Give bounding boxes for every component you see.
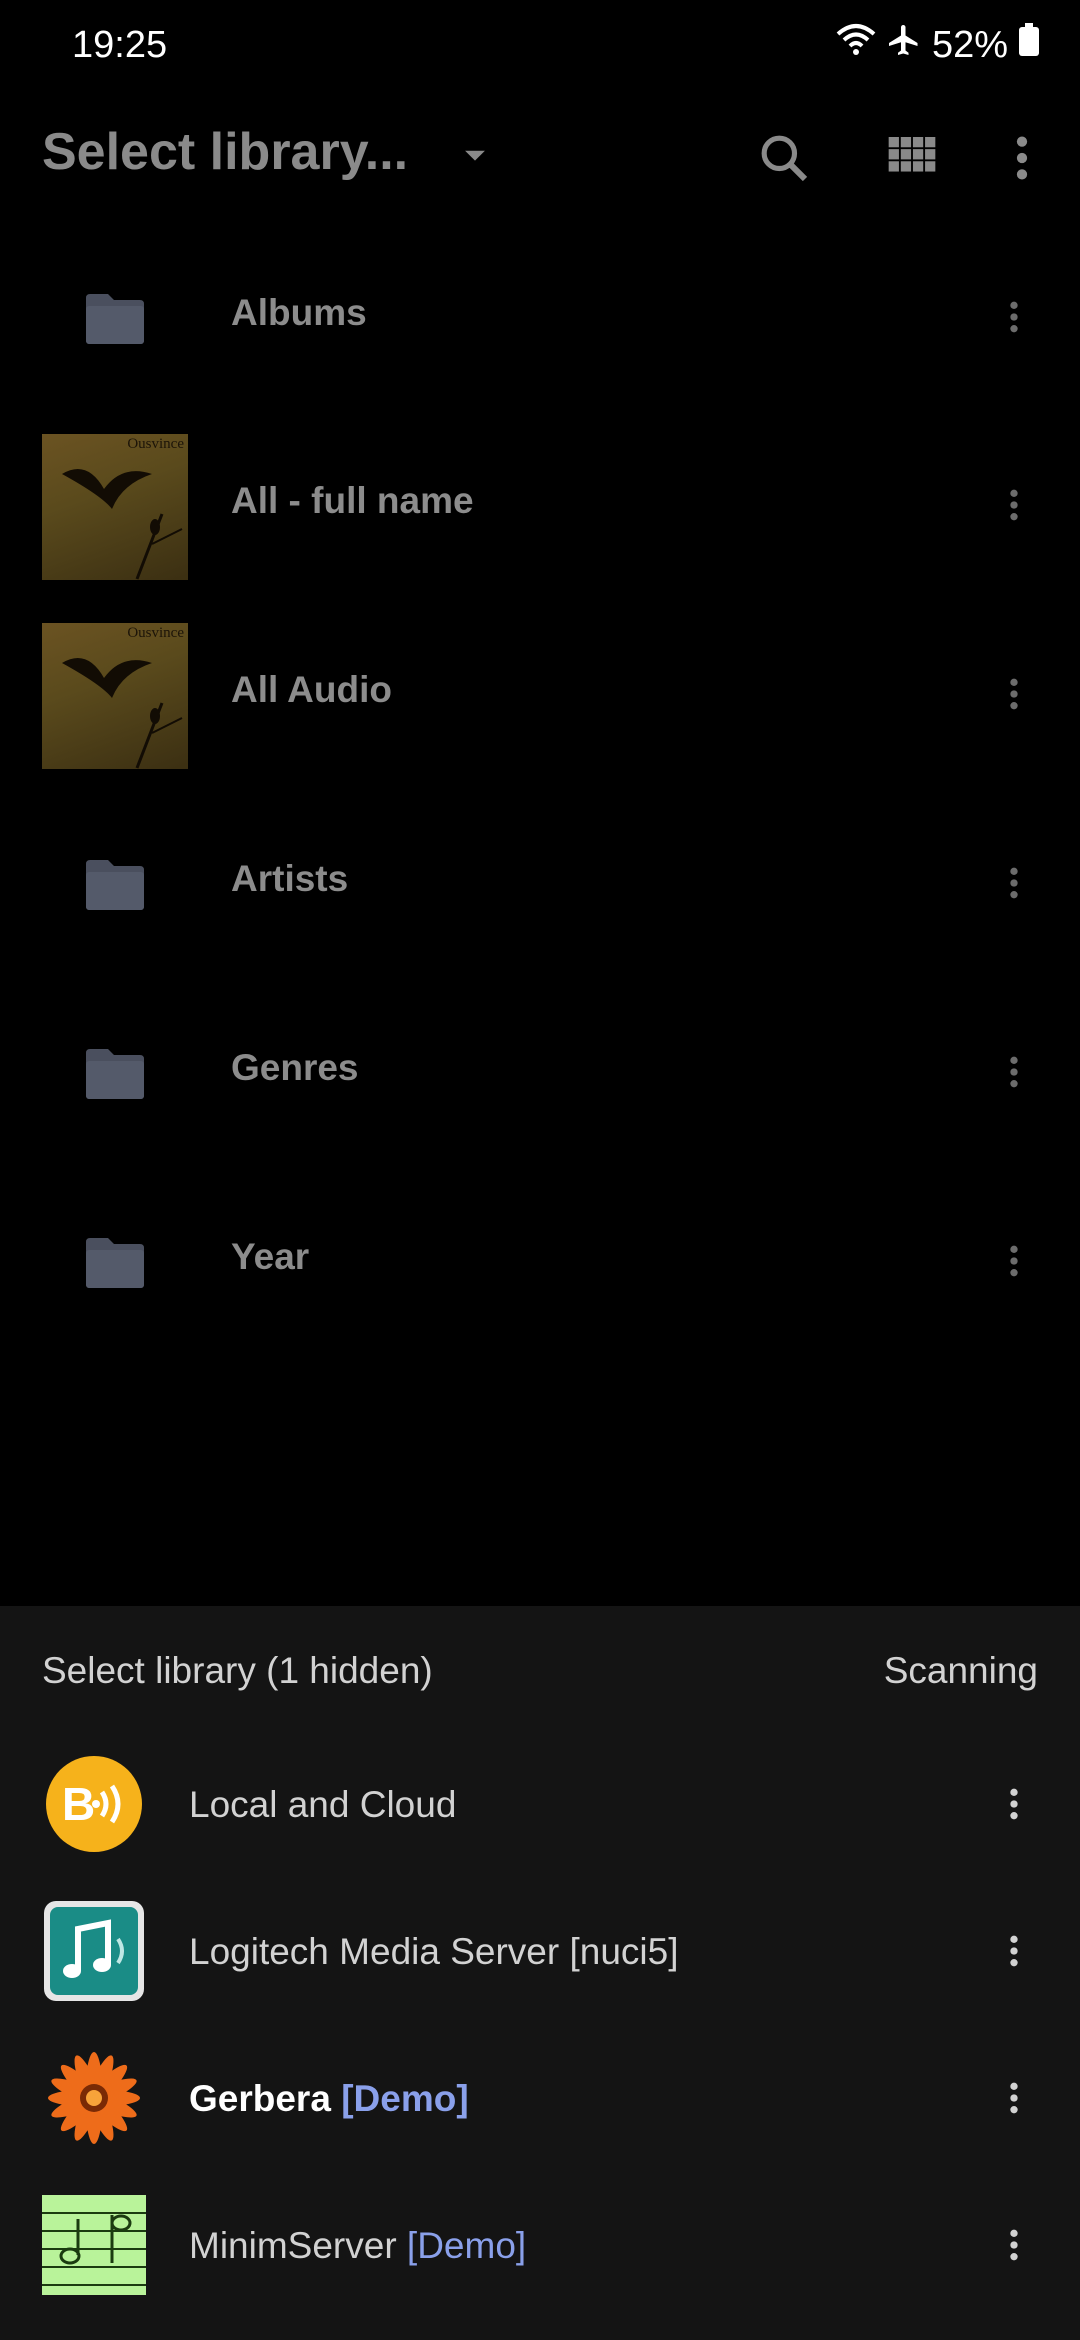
- list-item-all-full-name[interactable]: Ousvince All - full name: [0, 410, 1080, 599]
- more-vert-icon[interactable]: [978, 2205, 1050, 2285]
- list-item-label: All - full name: [231, 480, 474, 521]
- list-item-label: Albums: [231, 292, 367, 333]
- select-library-sheet: Select library (1 hidden) Scanning B Loc…: [0, 1606, 1080, 2340]
- more-vert-icon[interactable]: [978, 843, 1050, 923]
- music-note-icon: [42, 1899, 146, 2003]
- list-item-albums[interactable]: Albums: [0, 222, 1080, 411]
- server-item-minimserver[interactable]: MinimServer [Demo]: [0, 2173, 1080, 2319]
- more-vert-icon: [1016, 136, 1028, 180]
- server-name: Logitech Media Server [nuci5]: [189, 1931, 679, 1972]
- more-vert-icon[interactable]: [978, 2058, 1050, 2138]
- status-bar: 19:25 52%: [0, 0, 1080, 96]
- more-vert-icon[interactable]: [978, 277, 1050, 357]
- folder-icon: [42, 246, 188, 392]
- sheet-title: Select library (1 hidden): [42, 1650, 433, 1691]
- status-time: 19:25: [72, 24, 168, 66]
- svg-text:B: B: [62, 1778, 95, 1830]
- list-item-label: Genres: [231, 1047, 359, 1088]
- demo-tag: [Demo]: [341, 2078, 469, 2119]
- list-item-label: All Audio: [231, 669, 392, 710]
- server-name: Gerbera [Demo]: [189, 2078, 469, 2119]
- album-art-thumbnail: Ousvince: [42, 434, 188, 580]
- library-selector-title[interactable]: Select library...: [42, 122, 408, 182]
- list-item-year[interactable]: Year: [0, 1166, 1080, 1355]
- more-vert-icon[interactable]: [978, 1764, 1050, 1844]
- sheet-music-icon: [42, 2193, 146, 2297]
- grid-icon: [888, 137, 936, 172]
- list-item-artists[interactable]: Artists: [0, 788, 1080, 977]
- server-name: Local and Cloud: [189, 1784, 457, 1825]
- server-item-local-and-cloud[interactable]: B Local and Cloud: [0, 1732, 1080, 1878]
- search-icon: [761, 135, 808, 182]
- scanning-status: Scanning: [883, 1650, 1038, 1691]
- grid-view-button[interactable]: [876, 122, 948, 194]
- dropdown-caret-icon[interactable]: [458, 138, 492, 177]
- list-item-genres[interactable]: Genres: [0, 977, 1080, 1166]
- bubbleupnp-icon: B: [42, 1752, 146, 1856]
- more-vert-icon[interactable]: [978, 654, 1050, 734]
- folder-icon: [42, 1190, 188, 1336]
- more-vert-icon[interactable]: [978, 1032, 1050, 1112]
- more-vert-icon[interactable]: [978, 465, 1050, 545]
- list-item-all-audio[interactable]: Ousvince All Audio: [0, 599, 1080, 788]
- overflow-menu-button[interactable]: [986, 122, 1058, 194]
- airplane-icon: [886, 22, 922, 68]
- list-item-label: Year: [231, 1236, 310, 1277]
- demo-tag: [Demo]: [406, 2225, 527, 2266]
- server-name: MinimServer [Demo]: [189, 2225, 527, 2266]
- server-item-gerbera[interactable]: Gerbera [Demo]: [0, 2026, 1080, 2172]
- album-art-thumbnail: Ousvince: [42, 623, 188, 769]
- more-vert-icon[interactable]: [978, 1911, 1050, 1991]
- folder-icon: [42, 1001, 188, 1147]
- battery-icon: [1018, 23, 1040, 67]
- list-item-label: Artists: [231, 858, 349, 899]
- search-button[interactable]: [748, 122, 820, 194]
- status-icons: 52%: [836, 22, 1040, 68]
- more-vert-icon[interactable]: [978, 1221, 1050, 1301]
- wifi-icon: [836, 22, 876, 68]
- server-item-logitech-media-server[interactable]: Logitech Media Server [nuci5]: [0, 1879, 1080, 2025]
- gerbera-flower-icon: [42, 2046, 146, 2150]
- battery-percent: 52%: [931, 23, 1008, 66]
- folder-icon: [42, 812, 188, 958]
